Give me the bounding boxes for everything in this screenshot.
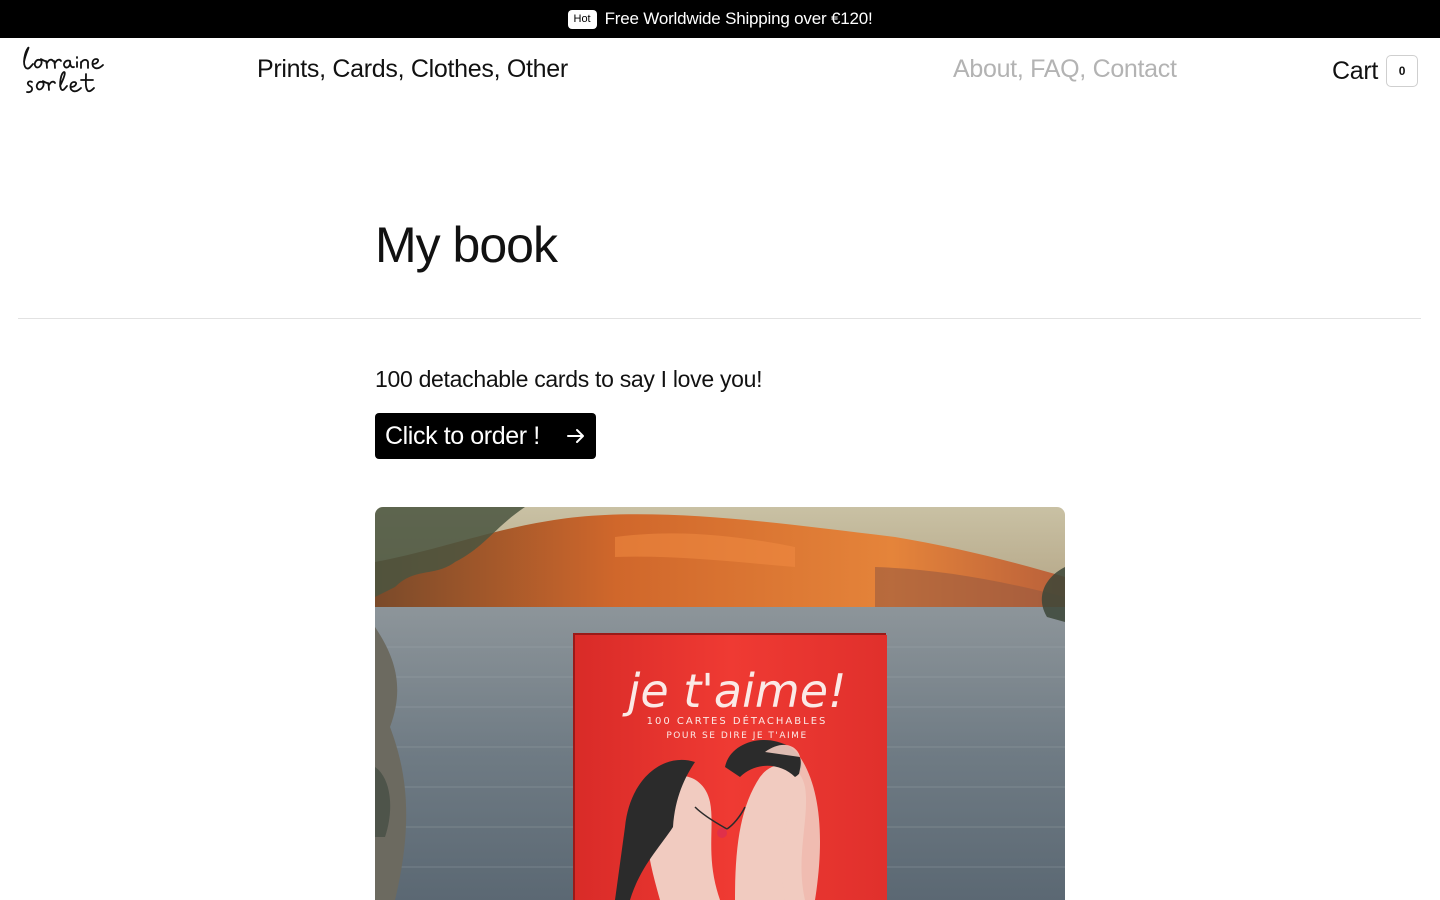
- hot-badge: Hot: [567, 9, 597, 29]
- book-cover-title: je t'aime!: [622, 664, 847, 718]
- nav-clothes[interactable]: Clothes: [411, 55, 494, 84]
- book-description: 100 detachable cards to say I love you!: [375, 366, 763, 392]
- nav-cards[interactable]: Cards: [332, 55, 397, 84]
- primary-nav: Prints, Cards, Clothes, Other: [257, 55, 568, 84]
- secondary-nav: About, FAQ, Contact: [953, 55, 1177, 84]
- nav-other[interactable]: Other: [507, 55, 568, 84]
- book-photo: je t'aime! 100 CARTES DÉTACHABLES POUR S…: [375, 507, 1065, 900]
- book-cover-line2: POUR SE DIRE JE T'AIME: [666, 731, 807, 741]
- cart-label: Cart: [1332, 56, 1379, 85]
- nav-faq[interactable]: FAQ: [1030, 55, 1079, 84]
- order-button-label: Click to order !: [385, 421, 540, 450]
- page-title: My book: [375, 217, 558, 273]
- nav-about[interactable]: About: [953, 55, 1017, 84]
- nav-contact[interactable]: Contact: [1093, 55, 1177, 84]
- arrow-right-icon: [567, 429, 584, 443]
- nav-prints[interactable]: Prints: [257, 55, 319, 84]
- cart-count-badge: 0: [1386, 55, 1419, 87]
- announcement-bar: Hot Free Worldwide Shipping over €120!: [0, 0, 1440, 38]
- book-cover-line1: 100 CARTES DÉTACHABLES: [647, 714, 828, 727]
- site-logo[interactable]: [18, 42, 124, 102]
- divider: [18, 318, 1421, 319]
- site-header: Prints, Cards, Clothes, Other About, FAQ…: [0, 38, 1440, 108]
- announcement-message: Free Worldwide Shipping over €120!: [604, 9, 873, 28]
- order-button[interactable]: Click to order !: [375, 413, 596, 459]
- logo-signature-icon: [23, 46, 104, 94]
- cart-button[interactable]: Cart 0: [1332, 55, 1419, 87]
